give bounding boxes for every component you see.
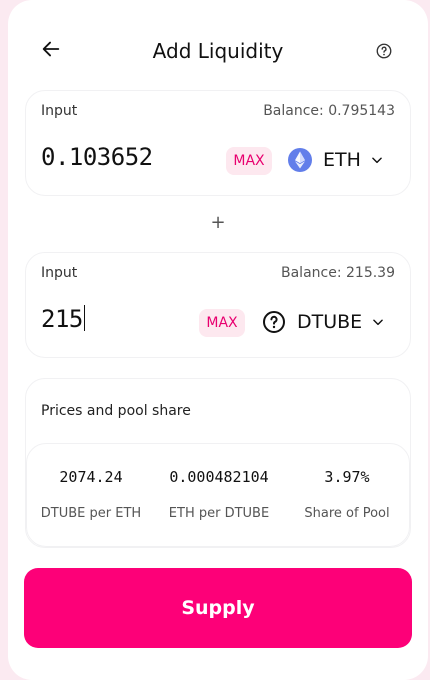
ethereum-icon <box>288 148 312 172</box>
input-label: Input <box>41 265 78 281</box>
prices-panel: Prices and pool share 2074.24 DTUBE per … <box>25 378 411 548</box>
stat-value: 3.97% <box>324 468 370 486</box>
chevron-down-icon <box>371 315 385 329</box>
page-title: Add Liquidity <box>152 39 284 63</box>
input-panel-dtube: Input Balance: 215.39 215 MAX DTUBE <box>25 252 411 358</box>
header: Add Liquidity <box>8 0 428 90</box>
stat-label: Share of Pool <box>304 506 390 521</box>
token-symbol: DTUBE <box>297 311 363 333</box>
supply-button[interactable]: Supply <box>24 568 412 648</box>
amount-input[interactable]: 0.103652 <box>41 143 153 171</box>
stat-label: ETH per DTUBE <box>168 506 270 521</box>
balance-text: Balance: 0.795143 <box>263 103 395 119</box>
stat-label: DTUBE per ETH <box>40 506 142 521</box>
token-symbol: ETH <box>323 149 361 171</box>
prices-stats: 2074.24 DTUBE per ETH 0.000482104 ETH pe… <box>26 443 410 547</box>
amount-value: 0.103652 <box>41 143 153 171</box>
input-label: Input <box>41 103 78 119</box>
plus-sign: + <box>210 212 226 233</box>
amount-input[interactable]: 215 <box>41 305 85 333</box>
text-caret <box>83 305 85 331</box>
prices-title: Prices and pool share <box>41 403 191 419</box>
input-panel-eth: Input Balance: 0.795143 0.103652 MAX ETH <box>25 90 411 196</box>
help-button[interactable] <box>374 41 394 61</box>
token-select-eth[interactable]: ETH <box>288 145 384 175</box>
stat-value: 2074.24 <box>59 468 123 486</box>
stat-value: 0.000482104 <box>169 468 269 486</box>
add-liquidity-card: Add Liquidity Input Balance: 0.795143 0.… <box>8 0 428 680</box>
max-button[interactable]: MAX <box>226 147 272 175</box>
max-button[interactable]: MAX <box>199 309 245 337</box>
question-circle-icon <box>263 311 285 333</box>
balance-text: Balance: 215.39 <box>281 265 395 281</box>
token-select-dtube[interactable]: DTUBE <box>262 307 385 337</box>
amount-value: 215 <box>41 305 83 333</box>
chevron-down-icon <box>370 153 384 167</box>
question-circle-icon <box>376 43 392 59</box>
